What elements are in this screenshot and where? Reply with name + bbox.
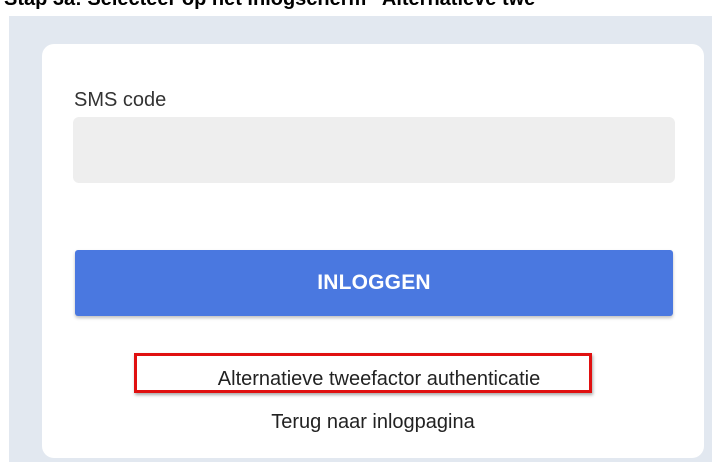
instruction-caption: Stap 3a: Selecteer op het inlogscherm “A… — [4, 0, 535, 11]
back-to-login-link[interactable]: Terug naar inlogpagina — [42, 410, 704, 434]
sms-code-label: SMS code — [74, 89, 167, 111]
sms-code-input[interactable] — [73, 117, 675, 183]
login-card: SMS code INLOGGEN Alternatieve tweefacto… — [42, 44, 704, 458]
alternative-two-factor-link[interactable]: Alternatieve tweefactor authenticatie — [42, 367, 704, 391]
login-button[interactable]: INLOGGEN — [75, 250, 673, 316]
page-background: SMS code INLOGGEN Alternatieve tweefacto… — [9, 16, 712, 462]
